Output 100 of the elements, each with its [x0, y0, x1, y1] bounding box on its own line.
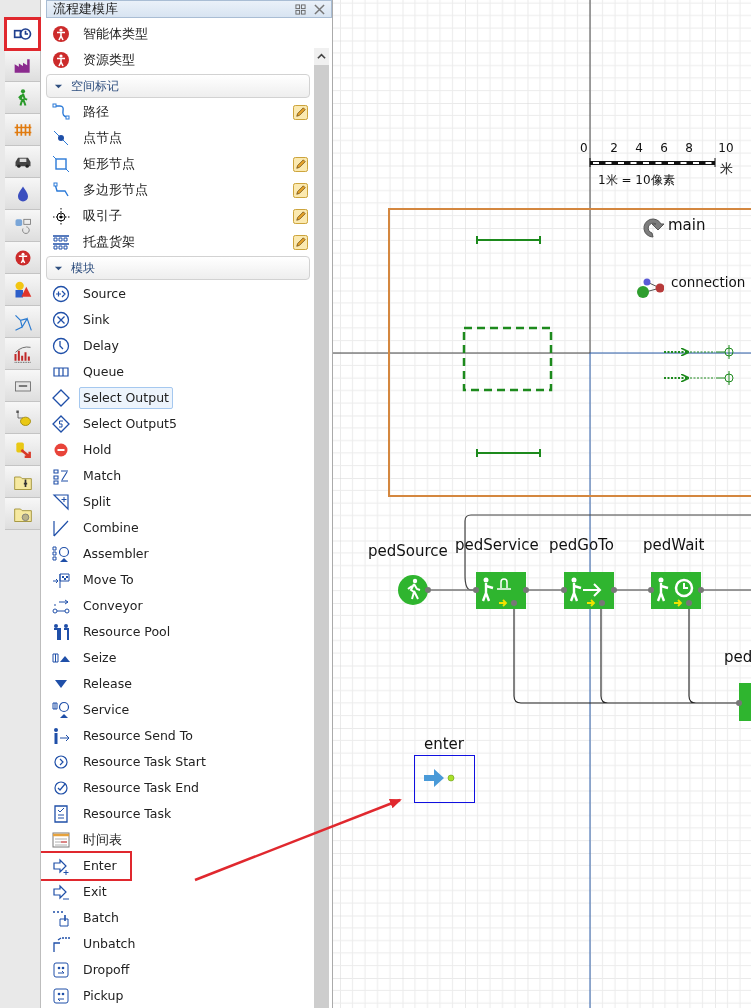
palette-item[interactable]: Resource Task End	[79, 776, 203, 800]
palette-item[interactable]: 点节点	[79, 126, 126, 150]
batch-icon	[52, 909, 70, 927]
palette-item[interactable]: 路径	[79, 100, 113, 124]
scale-label: 4	[635, 141, 643, 155]
block-label: pedSource	[368, 542, 448, 560]
toolbar-tab[interactable]	[5, 434, 40, 466]
scale-label: 10	[718, 141, 734, 155]
palette-item[interactable]: Release	[79, 672, 136, 696]
section-title: 空间标记	[71, 78, 119, 95]
scale-label: 6	[660, 141, 668, 155]
arrow-plus-icon	[52, 857, 70, 875]
object-label: connection	[671, 274, 746, 290]
palette-item[interactable]: Resource Send To	[79, 724, 197, 748]
palette-item[interactable]: Conveyor	[79, 594, 147, 618]
diamond-icon	[52, 415, 70, 433]
palette-item[interactable]: Sink	[79, 308, 114, 332]
source-icon	[52, 285, 70, 303]
palette-item[interactable]: Unbatch	[79, 932, 140, 956]
unbatch-icon	[52, 935, 70, 953]
connections-icon	[637, 278, 665, 298]
palette-item[interactable]: Exit	[79, 880, 111, 904]
section-header[interactable]: 模块	[46, 256, 310, 280]
palette-item[interactable]: Resource Task Start	[79, 750, 210, 774]
sink-icon	[52, 311, 70, 329]
wall-segment	[476, 448, 541, 458]
palette-item[interactable]: Batch	[79, 906, 123, 930]
close-icon[interactable]	[314, 3, 325, 15]
check-circle-icon	[52, 779, 70, 797]
section-header[interactable]: 空间标记	[46, 74, 310, 98]
palette-item[interactable]: Split	[79, 490, 115, 514]
toolbar-tab[interactable]	[5, 50, 40, 82]
path-icon	[52, 103, 70, 121]
palette-item[interactable]: 多边形节点	[79, 178, 152, 202]
dotted-arrow	[663, 344, 734, 360]
palette-item[interactable]: Combine	[79, 516, 143, 540]
palette-item[interactable]: 吸引子	[79, 204, 126, 228]
palette-item[interactable]: Seize	[79, 646, 121, 670]
match-icon	[52, 467, 70, 485]
scale-label: 0	[580, 141, 588, 155]
service-block	[473, 572, 529, 609]
pencil-icon[interactable]	[293, 104, 308, 120]
restore-icon[interactable]	[295, 3, 306, 15]
document-icon	[52, 805, 70, 823]
chart-icon	[12, 343, 33, 364]
curved-arrow-icon	[643, 219, 664, 237]
palette-item[interactable]: 矩形节点	[79, 152, 139, 176]
wall-segment	[476, 235, 541, 245]
toolbar-tab[interactable]	[5, 242, 40, 274]
calendar-icon	[52, 831, 70, 849]
scale-unit: 米	[720, 161, 733, 176]
pencil-icon[interactable]	[293, 182, 308, 198]
palette-item[interactable]: Queue	[79, 360, 129, 384]
pencil-icon[interactable]	[293, 208, 308, 224]
palette-item[interactable]: Select Output	[79, 386, 173, 410]
person-icon	[52, 25, 70, 43]
pickup-icon	[52, 987, 70, 1005]
palette-item[interactable]: 托盘货架	[79, 230, 139, 254]
person-icon	[52, 51, 70, 69]
toolbar-tab[interactable]	[5, 274, 40, 306]
palette-item[interactable]: Resource Pool	[79, 620, 175, 644]
palette-item[interactable]: Source	[79, 282, 130, 306]
palette-item[interactable]: Enter	[79, 854, 121, 878]
panel-title: 流程建模库	[53, 0, 118, 18]
diamond-icon	[52, 389, 70, 407]
block-label: pedWait	[643, 536, 705, 554]
palette-item[interactable]: Delay	[79, 334, 123, 358]
pencil-icon[interactable]	[293, 234, 308, 250]
palette-item[interactable]: Pickup	[79, 984, 128, 1008]
palette-item[interactable]: 智能体类型	[79, 22, 152, 46]
palette-item[interactable]: 时间表	[79, 828, 126, 852]
stop-icon	[52, 441, 70, 459]
pencil-icon[interactable]	[293, 156, 308, 172]
flag-icon	[52, 571, 70, 589]
combine-icon	[52, 519, 70, 537]
rectangle-node-icon	[52, 155, 70, 173]
caret-up-icon[interactable]	[317, 52, 326, 61]
palette-item[interactable]: Hold	[79, 438, 116, 462]
palette-item[interactable]: Match	[79, 464, 126, 488]
scrollbar[interactable]	[314, 48, 329, 1008]
walking-person-icon	[398, 575, 431, 605]
block-label: ped	[724, 648, 751, 666]
toolbar-tab[interactable]	[5, 18, 40, 50]
palette-item[interactable]: Select Output5	[79, 412, 181, 436]
palette-item[interactable]: Service	[79, 698, 134, 722]
service-icon	[52, 701, 70, 719]
polygon-node-icon	[52, 181, 70, 199]
toolbar-tab[interactable]	[5, 338, 40, 370]
palette-item[interactable]: Move To	[79, 568, 138, 592]
dotted-arrow	[663, 370, 734, 386]
palette-item[interactable]: Dropoff	[79, 958, 134, 982]
palette-item[interactable]: Resource Task	[79, 802, 176, 826]
point-node-icon	[52, 129, 70, 147]
person-arrow-icon	[52, 727, 70, 745]
arrow-minus-icon	[52, 883, 70, 901]
palette-item[interactable]: Assembler	[79, 542, 153, 566]
toolbar-tab[interactable]	[5, 146, 40, 178]
toolbar-tab[interactable]	[5, 178, 40, 210]
palette-item[interactable]: 资源类型	[79, 48, 139, 72]
people-icon	[52, 623, 70, 641]
